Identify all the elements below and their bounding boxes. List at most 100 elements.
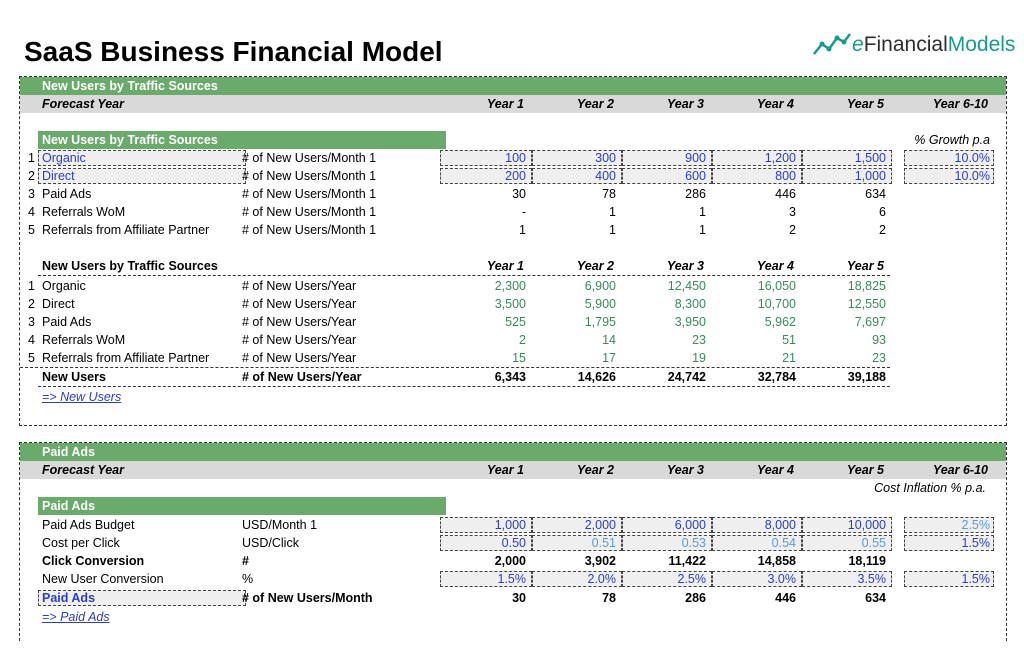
table-cell[interactable]: 0.50: [440, 534, 526, 552]
table-cell: 634: [865, 187, 886, 201]
table-cell: New User Conversion: [42, 572, 164, 586]
table-cell: 2: [789, 223, 796, 237]
table-cell: 7,697: [854, 315, 886, 329]
table-row: 2 Direct # of New Users/Year 3,500 5,900…: [20, 295, 1006, 313]
table-cell: # of New Users/Year: [242, 315, 357, 329]
table-cell[interactable]: 10.0%: [904, 149, 990, 167]
table-cell: 446: [775, 591, 796, 605]
year-header: Year 5: [846, 97, 884, 111]
table-cell[interactable]: 2.5%: [904, 516, 991, 534]
table-cell[interactable]: 3.5%: [802, 570, 887, 588]
table-cell: # of New Users/Month 1: [242, 187, 377, 201]
table-cell[interactable]: 400: [532, 167, 616, 185]
table-cell[interactable]: 2.0%: [532, 570, 617, 588]
table-row: 3 Paid Ads # of New Users/Month 1 30 78 …: [20, 185, 1006, 203]
table-cell: 11,422: [668, 554, 706, 568]
table-cell: # of New Users/Month 1: [242, 223, 377, 237]
table-cell[interactable]: 3.0%: [712, 570, 797, 588]
table-cell: 3,950: [674, 315, 706, 329]
table-row: Paid Ads Budget USD/Month 1 1,000 2,000 …: [20, 516, 1006, 534]
table-cell: Click Conversion: [42, 554, 145, 568]
table-cell: 3,902: [584, 554, 616, 568]
table-cell[interactable]: 1,000: [440, 516, 526, 534]
table-cell: 3: [789, 205, 796, 219]
table-row: 4 Referrals WoM # of New Users/Year 2 14…: [20, 331, 1006, 349]
forecast-year-row: Forecast Year Year 1 Year 2 Year 3 Year …: [20, 461, 1006, 479]
table-cell: 286: [685, 187, 706, 201]
new-users-panel: New Users by Traffic Sources Forecast Ye…: [19, 76, 1007, 426]
section-header: New Users by Traffic Sources: [20, 77, 1006, 95]
table-cell[interactable]: 1,500: [802, 149, 886, 167]
logo-text: eFinancialModels: [852, 33, 1016, 56]
table-cell: 18,825: [847, 279, 886, 293]
table-row: 1 Organic # of New Users/Month 1 100 300…: [20, 149, 1006, 167]
table-cell[interactable]: 2,000: [532, 516, 616, 534]
table-cell: -: [521, 205, 526, 219]
table-cell: 5: [28, 223, 35, 237]
table-cell: % Growth p.a: [914, 133, 990, 147]
table-cell: 1: [609, 205, 616, 219]
table-cell: 23: [872, 351, 886, 365]
table-row: 5 Referrals from Affiliate Partner # of …: [20, 349, 890, 368]
table-cell[interactable]: 1,000: [802, 167, 886, 185]
table-cell[interactable]: 6,000: [622, 516, 706, 534]
table-cell: 78: [602, 591, 616, 605]
table-cell: 24,742: [667, 370, 706, 384]
table-cell: 4: [28, 333, 35, 347]
table-cell[interactable]: 1,200: [712, 149, 796, 167]
table-row: 3 Paid Ads # of New Users/Year 525 1,795…: [20, 313, 1006, 331]
table-cell: 446: [775, 187, 796, 201]
table-cell: 16,050: [757, 279, 796, 293]
table-cell: New Users: [42, 370, 106, 384]
table-cell: 78: [602, 187, 616, 201]
table-cell[interactable]: 600: [622, 167, 706, 185]
table-cell[interactable]: 800: [712, 167, 796, 185]
table-row: 5 Referrals from Affiliate Partner # of …: [20, 221, 1006, 239]
table-cell: 634: [865, 591, 886, 605]
input-cell[interactable]: Direct: [42, 167, 75, 185]
table-cell: 32,784: [757, 370, 796, 384]
new-users-link[interactable]: => New Users: [42, 388, 121, 406]
table-cell[interactable]: 200: [440, 167, 526, 185]
year-header: Year 2: [576, 463, 614, 477]
table-cell: #: [242, 554, 249, 568]
table-cell: %: [242, 572, 254, 586]
table-cell: 2,000: [494, 554, 526, 568]
table-cell[interactable]: 1.5%: [440, 570, 527, 588]
paid-ads-cell[interactable]: Paid Ads: [42, 589, 95, 607]
table-cell[interactable]: 1.5%: [904, 570, 991, 588]
year-header: Year 3: [666, 97, 704, 111]
paid-ads-link[interactable]: => Paid Ads: [42, 608, 110, 626]
table-cell: 0.54: [771, 536, 796, 550]
table-cell: Referrals WoM: [42, 333, 126, 347]
table-cell: New Users by Traffic Sources: [42, 79, 218, 93]
table-cell: Year 1: [486, 259, 524, 273]
table-cell: 5,962: [764, 315, 796, 329]
table-cell: USD/Month 1: [242, 518, 318, 532]
table-cell: Year 5: [846, 259, 884, 273]
table-row: New User Conversion % 1.5% 2.0% 2.5% 3.0…: [20, 570, 1006, 588]
table-cell: 1: [28, 151, 35, 165]
year-header: Year 6-10: [932, 97, 988, 111]
table-cell: 3,500: [494, 297, 526, 311]
table-cell: 286: [685, 591, 706, 605]
table-cell: 3: [28, 187, 35, 201]
table-cell[interactable]: 2.5%: [622, 570, 707, 588]
year-header: Year 6-10: [932, 463, 988, 477]
table-cell[interactable]: 100: [440, 149, 526, 167]
table-cell[interactable]: 1.5%: [904, 534, 991, 552]
table-cell: 1: [519, 223, 526, 237]
table-cell[interactable]: 10,000: [802, 516, 886, 534]
table-cell: Paid Ads Budget: [42, 518, 135, 532]
table-cell[interactable]: 10.0%: [904, 167, 990, 185]
input-cell[interactable]: Organic: [42, 149, 86, 167]
table-cell: Cost per Click: [42, 536, 120, 550]
table-cell[interactable]: 8,000: [712, 516, 796, 534]
table-cell[interactable]: 900: [622, 149, 706, 167]
table-cell: 3: [28, 315, 35, 329]
chart-line-icon: [813, 33, 851, 55]
table-cell[interactable]: 300: [532, 149, 616, 167]
table-cell: 525: [505, 315, 526, 329]
table-cell: Paid Ads: [42, 315, 92, 329]
table-cell: 5,900: [584, 297, 616, 311]
